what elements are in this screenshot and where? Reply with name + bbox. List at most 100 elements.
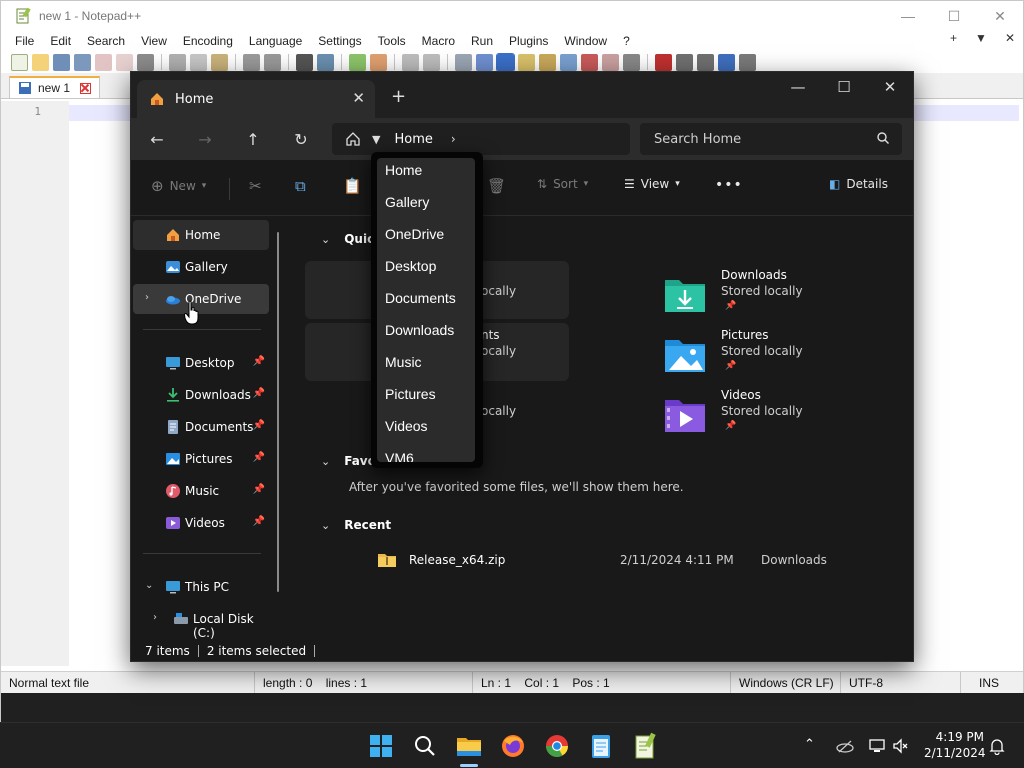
dropdown-item-downloads[interactable]: Downloads bbox=[385, 322, 454, 338]
monitor-icon[interactable] bbox=[602, 53, 619, 71]
menu-language[interactable]: Language bbox=[241, 34, 310, 48]
network-icon[interactable] bbox=[868, 737, 886, 755]
quick-access-videos[interactable]: Videos Stored locally 📌 bbox=[663, 386, 843, 444]
chevron-right-icon[interactable]: › bbox=[451, 132, 456, 146]
pin-icon[interactable]: 📌 bbox=[253, 452, 265, 463]
word-wrap-icon[interactable] bbox=[455, 53, 472, 71]
pin-icon[interactable]: 📌 bbox=[253, 388, 265, 399]
maximize-button[interactable]: ☐ bbox=[931, 1, 977, 31]
pin-icon[interactable]: 📌 bbox=[253, 516, 265, 527]
dropdown-item-home[interactable]: Home bbox=[385, 162, 422, 178]
menu-search[interactable]: Search bbox=[79, 34, 133, 48]
undo-icon[interactable] bbox=[243, 53, 260, 71]
back-arrow-icon[interactable]: ← bbox=[146, 128, 168, 150]
macro-run-multi-icon[interactable] bbox=[718, 53, 735, 71]
firefox-icon[interactable] bbox=[498, 731, 528, 761]
record-icon[interactable] bbox=[623, 53, 640, 71]
favorites-header[interactable]: ⌄ Favo bbox=[321, 454, 376, 468]
copy-icon[interactable]: ⧉ bbox=[295, 177, 306, 195]
dropdown-item-documents[interactable]: Documents bbox=[385, 290, 456, 306]
indent-guide-icon[interactable] bbox=[496, 52, 515, 72]
status-eol[interactable]: Windows (CR LF) bbox=[731, 671, 841, 694]
dropdown-item-gallery[interactable]: Gallery bbox=[385, 194, 429, 210]
cut-icon[interactable]: ✂ bbox=[249, 177, 262, 195]
menu-macro[interactable]: Macro bbox=[414, 34, 463, 48]
dropdown-item-vm6[interactable]: VM6 bbox=[385, 450, 414, 462]
close-file-icon[interactable] bbox=[95, 53, 112, 71]
new-button[interactable]: ⊕ New ▾ bbox=[151, 177, 206, 195]
forward-arrow-icon[interactable]: → bbox=[194, 128, 216, 150]
maximize-button[interactable]: ☐ bbox=[821, 72, 867, 102]
menu-window[interactable]: Window bbox=[556, 34, 615, 48]
menu-help[interactable]: ? bbox=[615, 34, 638, 48]
notification-bell-icon[interactable] bbox=[988, 737, 1006, 755]
recent-header[interactable]: ⌄ Recent bbox=[321, 518, 391, 532]
sync-v-icon[interactable] bbox=[402, 53, 419, 71]
dropdown-item-pictures[interactable]: Pictures bbox=[385, 386, 436, 402]
quick-access-header[interactable]: ⌄ Quic bbox=[321, 232, 374, 246]
macro-save-icon[interactable] bbox=[739, 53, 756, 71]
tab-home[interactable]: Home ✕ bbox=[137, 80, 375, 118]
chevron-right-icon[interactable]: › bbox=[145, 292, 149, 303]
macro-stop-icon[interactable] bbox=[676, 53, 693, 71]
close-button[interactable]: ✕ bbox=[867, 72, 913, 102]
menu-file[interactable]: File bbox=[7, 34, 42, 48]
macro-play-icon[interactable] bbox=[697, 53, 714, 71]
search-box[interactable]: Search Home bbox=[640, 123, 902, 155]
search-icon[interactable] bbox=[410, 731, 440, 761]
status-encoding[interactable]: UTF-8 bbox=[841, 671, 961, 694]
redo-icon[interactable] bbox=[264, 53, 281, 71]
chevron-down-icon[interactable]: ⌄ bbox=[321, 519, 330, 532]
notepadpp-icon[interactable] bbox=[630, 731, 660, 761]
notepad-icon[interactable] bbox=[586, 731, 616, 761]
menu-tools[interactable]: Tools bbox=[370, 34, 414, 48]
print-icon[interactable] bbox=[137, 53, 154, 71]
new-tab-icon[interactable]: + bbox=[391, 86, 406, 107]
address-bar[interactable]: ▼ Home › bbox=[332, 123, 630, 155]
recent-file-row[interactable]: Release_x64.zip 2/11/2024 4:11 PM Downlo… bbox=[377, 550, 877, 574]
up-arrow-icon[interactable]: ↑ bbox=[242, 128, 264, 150]
clock[interactable]: 4:19 PM 2/11/2024 bbox=[924, 729, 986, 761]
dropdown-item-desktop[interactable]: Desktop bbox=[385, 258, 436, 274]
volume-muted-icon[interactable] bbox=[892, 737, 910, 755]
minimize-button[interactable]: — bbox=[775, 72, 821, 102]
close-all-icon[interactable] bbox=[116, 53, 133, 71]
lang-icon[interactable] bbox=[518, 53, 535, 71]
func-list-icon[interactable] bbox=[560, 53, 577, 71]
sidebar-item-pictures[interactable]: Pictures 📌 bbox=[133, 444, 269, 474]
paste-icon[interactable]: 📋 bbox=[343, 177, 362, 195]
pin-icon[interactable]: 📌 bbox=[253, 484, 265, 495]
sidebar-item-local-disk[interactable]: › Local Disk (C:) bbox=[133, 604, 277, 640]
copy-icon[interactable] bbox=[190, 53, 207, 71]
dropdown-item-music[interactable]: Music bbox=[385, 354, 422, 370]
search-input[interactable]: Search Home bbox=[654, 132, 741, 147]
onedrive-tray-icon[interactable] bbox=[836, 737, 854, 755]
menu-run[interactable]: Run bbox=[463, 34, 501, 48]
menu-edit[interactable]: Edit bbox=[42, 34, 79, 48]
sidebar-item-home[interactable]: Home bbox=[133, 220, 269, 250]
delete-icon[interactable]: 🗑 bbox=[487, 177, 506, 195]
quick-access-pictures[interactable]: Pictures Stored locally 📌 bbox=[663, 326, 843, 384]
breadcrumb-home[interactable]: Home bbox=[394, 132, 432, 147]
tab-close-icon[interactable]: ✕ bbox=[352, 89, 365, 107]
save-icon[interactable] bbox=[53, 53, 70, 71]
minimize-button[interactable]: — bbox=[885, 1, 931, 31]
sidebar-item-documents[interactable]: Documents 📌 bbox=[133, 412, 269, 442]
sidebar-item-onedrive[interactable]: › OneDrive bbox=[133, 284, 269, 314]
details-button[interactable]: ◧ Details bbox=[829, 177, 888, 191]
tab-new-1[interactable]: new 1 bbox=[9, 76, 101, 98]
sidebar-item-gallery[interactable]: Gallery bbox=[133, 252, 269, 282]
chrome-icon[interactable] bbox=[542, 731, 572, 761]
chevron-down-icon[interactable]: ⌄ bbox=[321, 455, 330, 468]
paste-icon[interactable] bbox=[211, 53, 228, 71]
tab-close-icon[interactable] bbox=[80, 82, 92, 94]
close-button[interactable]: ✕ bbox=[977, 1, 1023, 31]
dropdown-item-onedrive[interactable]: OneDrive bbox=[385, 226, 444, 242]
pin-icon[interactable]: 📌 bbox=[253, 356, 265, 367]
menu-plugins[interactable]: Plugins bbox=[501, 34, 556, 48]
view-button[interactable]: ☰ View ▾ bbox=[624, 177, 680, 191]
sidebar-item-music[interactable]: Music 📌 bbox=[133, 476, 269, 506]
new-file-icon[interactable] bbox=[11, 53, 28, 71]
home-outline-icon[interactable] bbox=[344, 130, 362, 148]
replace-icon[interactable] bbox=[317, 53, 334, 71]
